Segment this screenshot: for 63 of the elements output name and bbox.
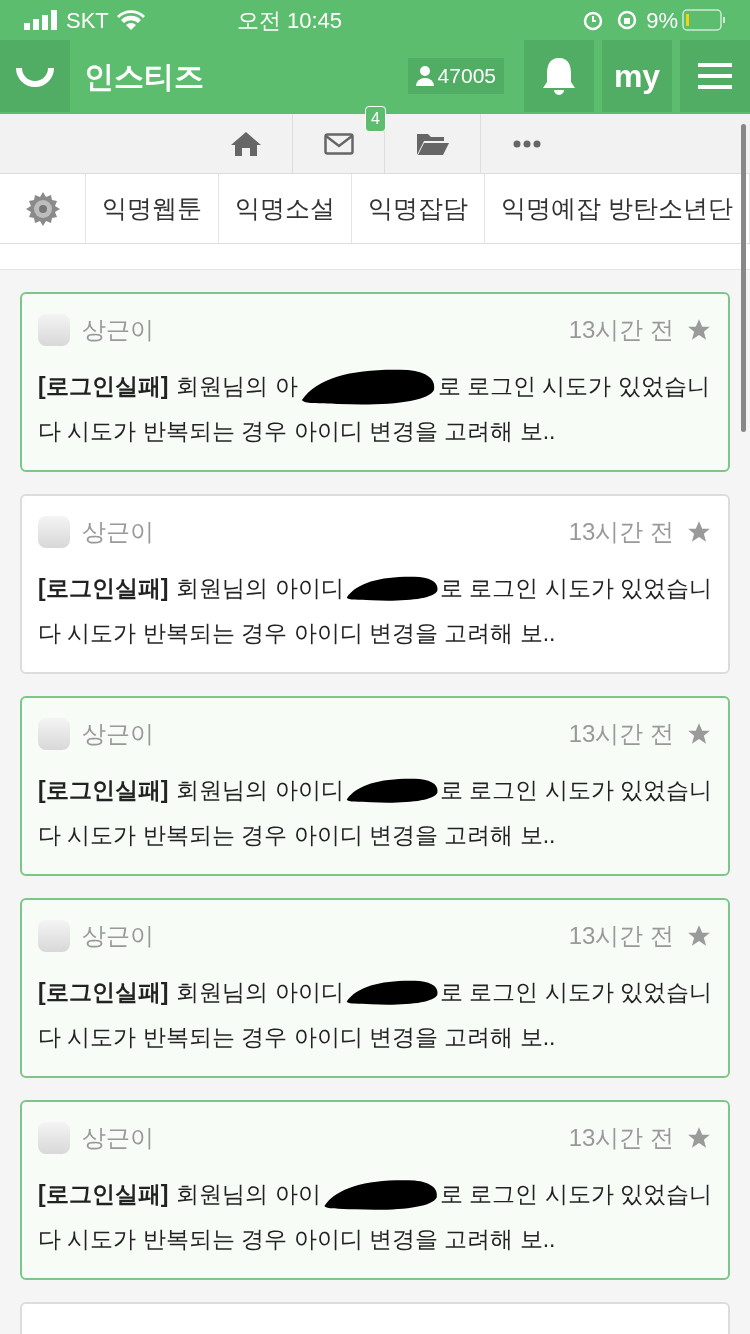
notice-tag: [로그인실패] <box>38 974 169 1010</box>
author-name: 상근이 <box>82 315 154 345</box>
author-name: 상근이 <box>82 517 154 547</box>
menu-button[interactable] <box>680 40 750 112</box>
rotation-lock-icon <box>616 9 639 31</box>
author-name: 상근이 <box>82 921 154 951</box>
notice-tag: [로그인실패] <box>38 570 169 606</box>
notice-tag: [로그인실패] <box>38 772 169 808</box>
message-text: 로 로그인 시도가 있었습니 <box>439 1179 712 1209</box>
folder-icon <box>415 131 450 156</box>
message-text: 회원님의 아이디 <box>176 775 344 805</box>
avatar-icon <box>38 1122 70 1154</box>
time-label: 13시간 전 <box>568 921 674 951</box>
notification-card[interactable]: 상근이 13시간 전 [로그인실패] 회원님의 아이디 로 로그인 시도가 있었습니 다 시도가 반복되는 경우 아이디 변경을 고려해 보.. <box>20 898 730 1078</box>
notification-card[interactable]: 상근이 13시간 전 [로그인실패] 회원님의 아이 로 로그인 시도가 있었습니 다 시도가 반복되는 경우 아이디 변경을 고려해 보.. <box>20 1100 730 1280</box>
message-text: 로 로그인 시도가 있었습니 <box>439 977 712 1007</box>
message-text: 다 시도가 반복되는 경우 아이디 변경을 고려해 보.. <box>38 417 557 446</box>
time-label: 13시간 전 <box>568 1123 674 1153</box>
time-label: 13시간 전 <box>568 719 674 749</box>
message-text: 다 시도가 반복되는 경우 아이디 변경을 고려해 보.. <box>38 821 557 850</box>
logo-button[interactable] <box>0 40 70 112</box>
notification-card[interactable]: 상근이 13시간 전 [로그인실패] 회원님의 아이디 로 로그인 시도가 있었습니 다 시도가 반복되는 경우 아이디 변경을 고려해 보.. <box>20 696 730 876</box>
person-icon <box>415 66 434 86</box>
time-label: 13시간 전 <box>568 517 674 547</box>
avatar-icon <box>38 516 70 548</box>
carrier-label: SKT <box>66 6 109 35</box>
message-text: 로 로그인 시도가 있었습니 <box>439 573 712 603</box>
category-tab[interactable]: 익명잡담 <box>352 174 486 243</box>
notification-card[interactable]: 상근이 13시간 전 [로그인실패] 회원님의 아 로 로그인 시도가 있었습니 다 시도가 반복되는 경우 아이디 변경을 고려해 보.. <box>20 292 730 472</box>
message-text: 로 로그인 시도가 있었습니 <box>437 371 710 401</box>
message-text: 회원님의 아이디 <box>176 977 344 1007</box>
bell-icon <box>541 56 577 96</box>
notification-button[interactable] <box>524 40 594 112</box>
signal-icon <box>24 10 58 30</box>
author-name: 상근이 <box>82 1123 154 1153</box>
message-text: 회원님의 아이 <box>176 1179 321 1209</box>
battery-percent: 9% <box>646 6 678 35</box>
category-tab[interactable]: 익명웹툰 <box>86 174 220 243</box>
avatar-icon <box>38 718 70 750</box>
menu-icon <box>698 63 732 89</box>
user-count: 47005 <box>437 63 496 90</box>
more-icon <box>513 139 541 148</box>
unread-badge: 4 <box>365 106 386 132</box>
message-text: 회원님의 아이디 <box>176 573 344 603</box>
notice-tag: [로그인실패] <box>38 1176 169 1212</box>
category-tab[interactable]: 익명소설 <box>219 174 353 243</box>
wifi-icon <box>116 10 145 30</box>
avatar-icon <box>38 920 70 952</box>
message-text: 다 시도가 반복되는 경우 아이디 변경을 고려해 보.. <box>38 1023 557 1052</box>
home-icon <box>230 130 262 157</box>
notice-tag: [로그인실패] <box>38 368 169 404</box>
message-text: 회원님의 아 <box>176 371 298 401</box>
clock-time: 오전 10:45 <box>236 6 342 35</box>
message-text: 다 시도가 반복되는 경우 아이디 변경을 고려해 보.. <box>38 619 557 648</box>
mail-icon <box>323 132 354 155</box>
message-text: 다 시도가 반복되는 경우 아이디 변경을 고려해 보.. <box>38 1225 557 1254</box>
notification-card[interactable]: 상근이 13시간 전 [로그인실패] 회원님의 아이디 로 로그인 시도가 있었습니 다 시도가 반복되는 경우 아이디 변경을 고려해 보.. <box>20 494 730 674</box>
time-label: 13시간 전 <box>568 315 674 345</box>
alarm-icon <box>582 9 605 31</box>
author-name: 상근이 <box>82 719 154 749</box>
avatar-icon <box>38 314 70 346</box>
message-text: 로 로그인 시도가 있었습니 <box>439 775 712 805</box>
battery-icon <box>682 9 726 31</box>
